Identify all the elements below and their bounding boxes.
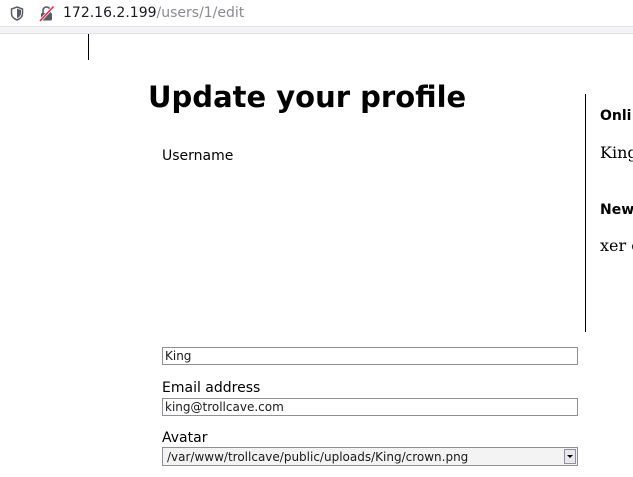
- url-path: /users/1/edit: [156, 5, 245, 21]
- sidebar-divider: [585, 94, 586, 332]
- sidebar: Onli King cool New xer only anyl: [600, 94, 633, 334]
- url-host: 172.16.2.199: [63, 5, 157, 21]
- url-text[interactable]: 172.16.2.199/users/1/edit: [63, 5, 244, 22]
- avatar-select-value: /var/www/trollcave/public/uploads/King/c…: [167, 450, 469, 464]
- insecure-lock-icon[interactable]: [38, 5, 55, 23]
- username-label: Username: [162, 148, 234, 164]
- shield-icon[interactable]: [10, 6, 24, 21]
- news-heading: New: [600, 202, 633, 218]
- page-title: Update your profile: [148, 80, 467, 114]
- toolbar-separator: [0, 27, 633, 34]
- avatar-select[interactable]: /var/www/trollcave/public/uploads/King/c…: [162, 447, 578, 466]
- online-users-text: King cool: [600, 143, 633, 162]
- text-caret: [88, 34, 89, 60]
- address-bar[interactable]: 172.16.2.199/users/1/edit: [0, 0, 633, 27]
- username-field[interactable]: [162, 347, 578, 365]
- chevron-down-icon[interactable]: [564, 449, 576, 464]
- email-label: Email address: [162, 380, 261, 396]
- online-heading: Onli: [600, 108, 632, 124]
- email-field[interactable]: [162, 398, 578, 416]
- avatar-label: Avatar: [162, 430, 208, 446]
- news-text: xer only anyl: [600, 236, 633, 255]
